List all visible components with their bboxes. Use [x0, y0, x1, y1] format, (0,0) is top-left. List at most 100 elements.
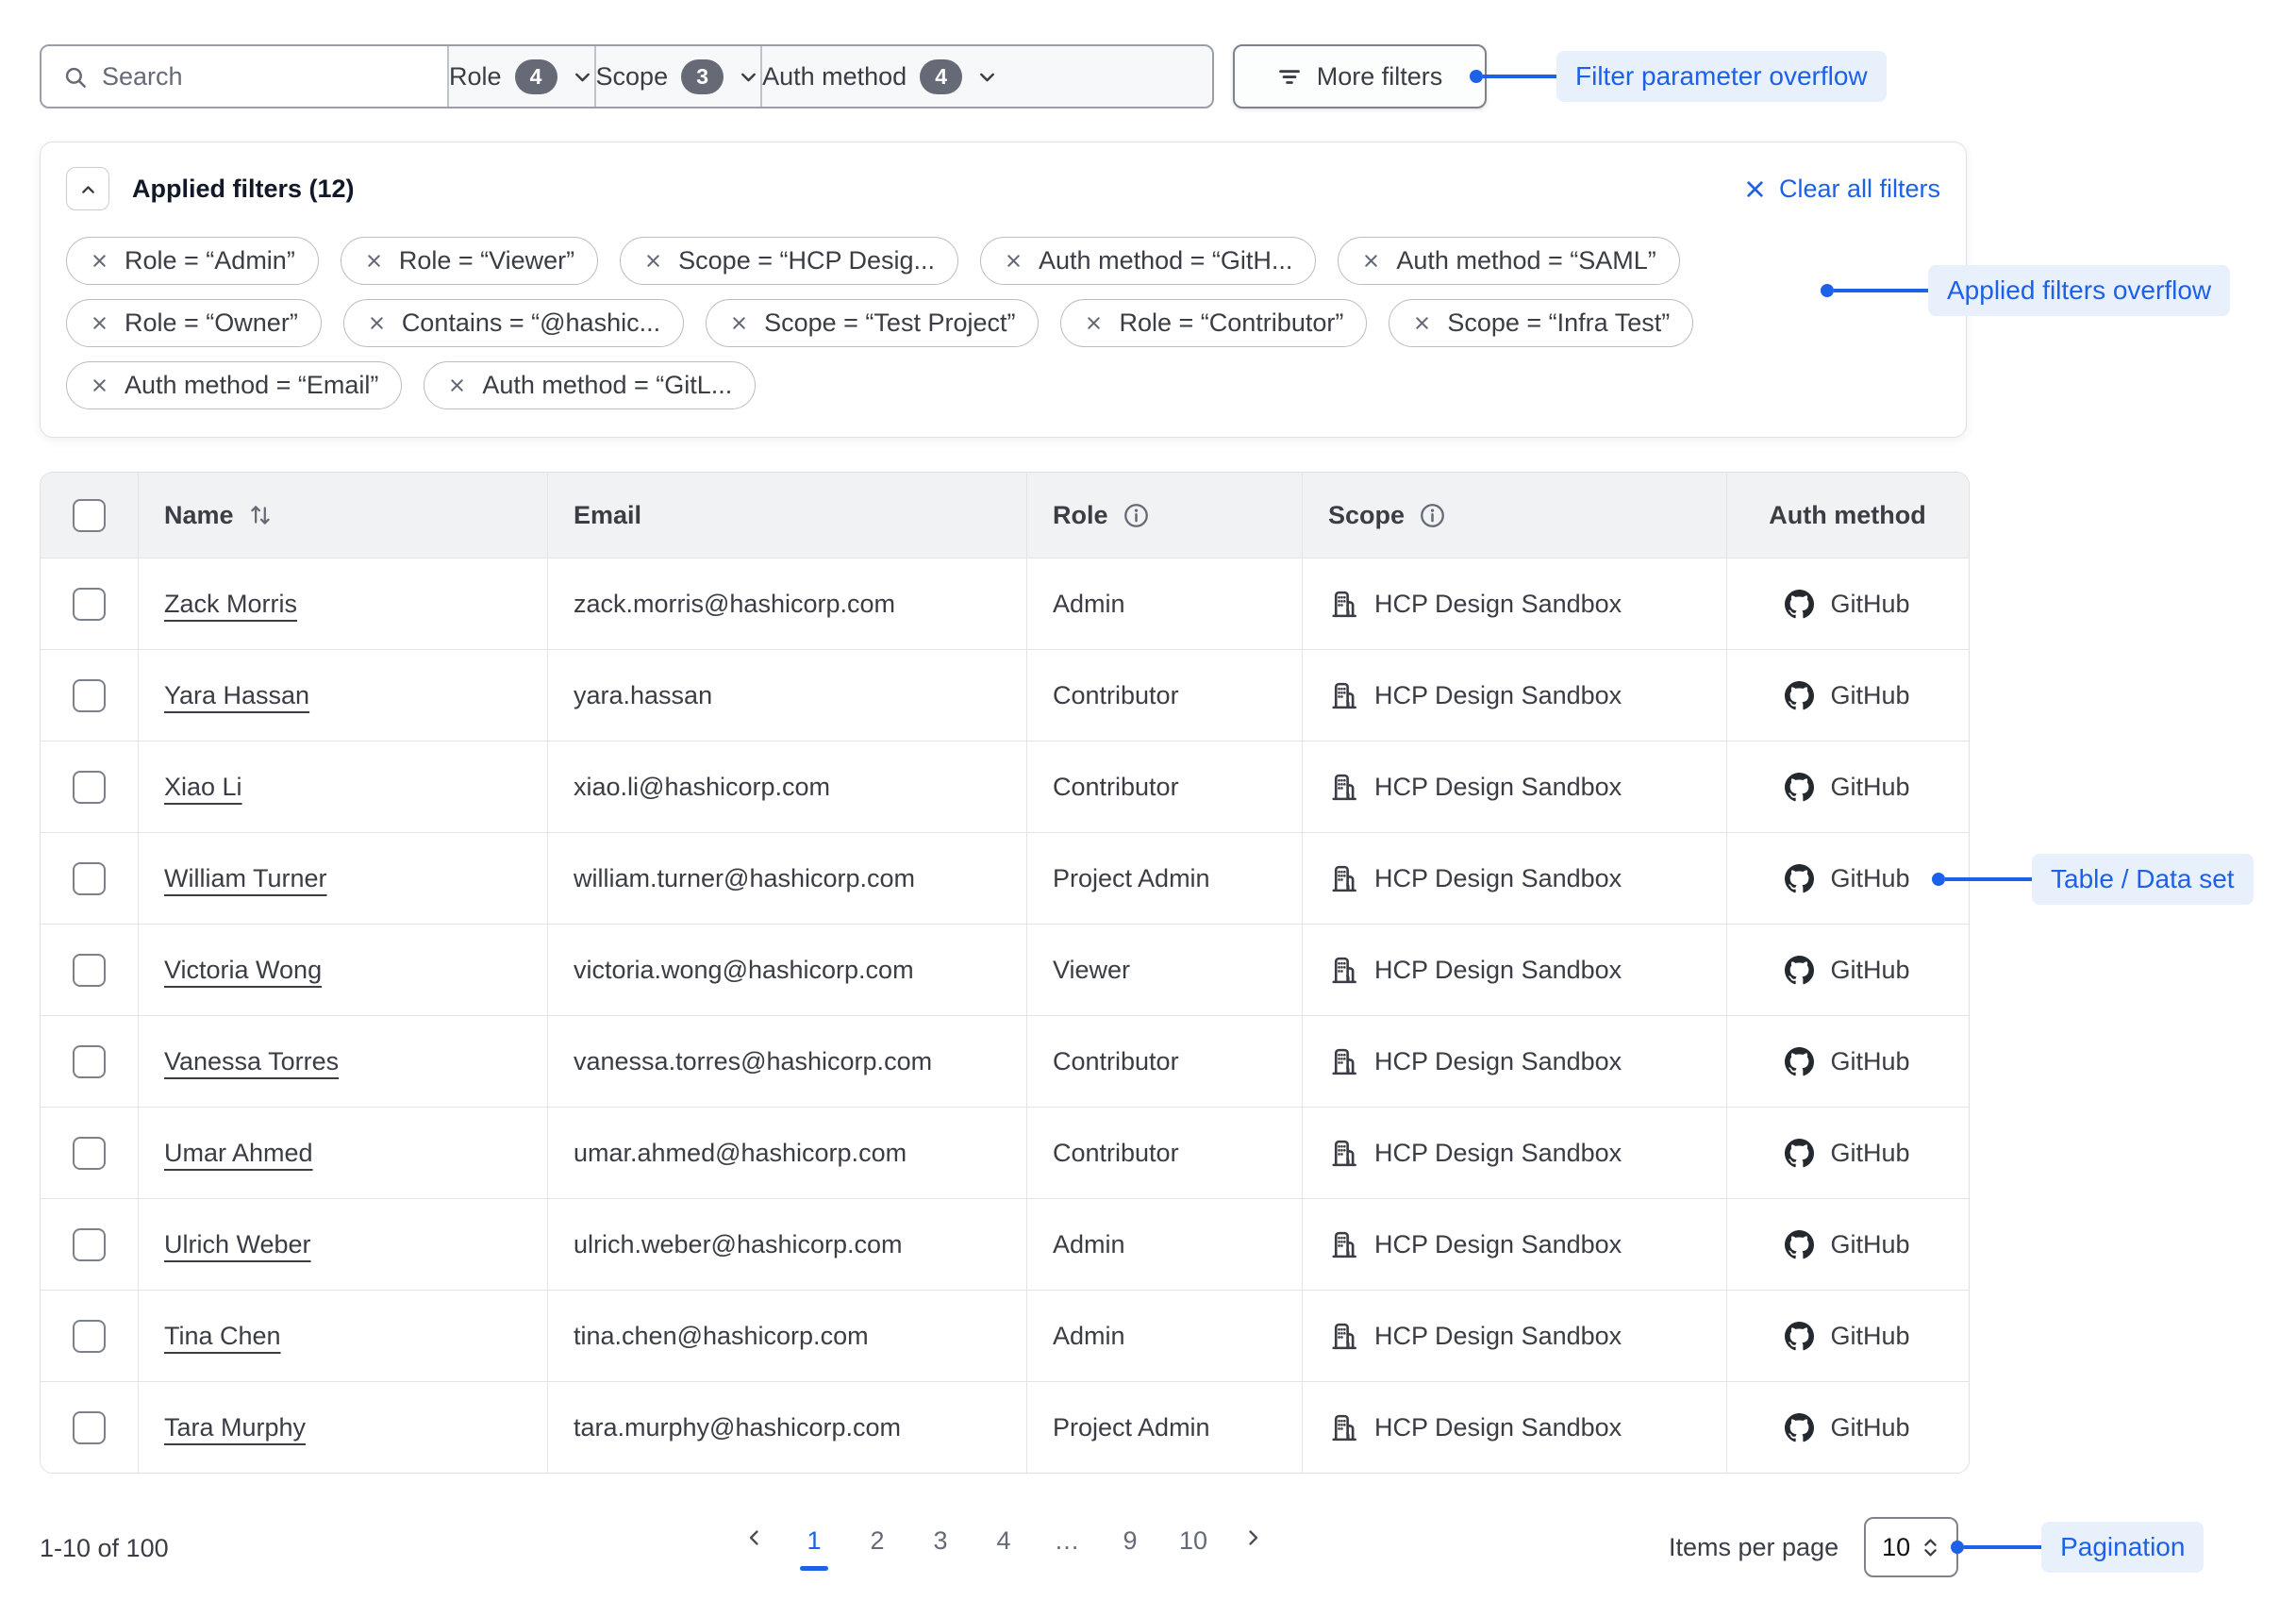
info-icon[interactable] — [1419, 502, 1446, 529]
filter-chip[interactable]: Role = “Viewer” — [341, 237, 598, 285]
page-number-label: 2 — [870, 1526, 884, 1556]
page-number[interactable]: 4 — [986, 1521, 1022, 1571]
filter-chip-label: Role = “Contributor” — [1119, 308, 1343, 338]
filter-chip[interactable]: Role = “Contributor” — [1060, 299, 1367, 347]
filter-chip-label: Role = “Viewer” — [399, 246, 574, 275]
user-name-link[interactable]: Tara Murphy — [164, 1413, 306, 1442]
auth-method-cell: GitHub — [1726, 742, 1968, 832]
row-checkbox[interactable] — [73, 771, 106, 804]
pagination-range: 1-10 of 100 — [40, 1534, 169, 1563]
chevron-up-icon — [77, 178, 99, 200]
annotation-line — [1834, 289, 1928, 292]
email-cell: victoria.wong@hashicorp.com — [547, 925, 1026, 1015]
filter-dropdown[interactable]: Auth method 4 — [760, 46, 999, 107]
filter-chip[interactable]: Contains = “@hashic... — [343, 299, 684, 347]
search-input[interactable] — [102, 62, 426, 92]
dismiss-icon[interactable] — [364, 251, 384, 271]
auth-method-cell: GitHub — [1726, 1016, 1968, 1107]
filter-dropdown-label: Role — [449, 62, 502, 92]
dismiss-icon[interactable] — [90, 313, 109, 333]
dismiss-icon[interactable] — [1004, 251, 1023, 271]
page-number[interactable]: 9 — [1112, 1521, 1148, 1571]
row-checkbox[interactable] — [73, 862, 106, 895]
name-cell: William Turner — [138, 833, 547, 924]
collapse-toggle-button[interactable] — [66, 167, 109, 210]
page-number[interactable]: 10 — [1175, 1521, 1211, 1571]
next-page-icon[interactable] — [1239, 1521, 1267, 1549]
filter-chip[interactable]: Scope = “Infra Test” — [1389, 299, 1693, 347]
clear-all-filters-button[interactable]: Clear all filters — [1743, 175, 1940, 204]
header-auth-label: Auth method — [1769, 501, 1925, 530]
active-page-bar — [990, 1566, 1018, 1571]
user-name-link[interactable]: Ulrich Weber — [164, 1230, 311, 1259]
organization-icon — [1328, 772, 1359, 803]
role-cell: Viewer — [1026, 925, 1302, 1015]
user-name-link[interactable]: Victoria Wong — [164, 956, 322, 985]
page-number-label: 9 — [1123, 1526, 1137, 1556]
info-icon[interactable] — [1123, 502, 1150, 529]
row-checkbox[interactable] — [73, 1411, 106, 1444]
applied-filters-header: Applied filters (12) Clear all filters — [66, 167, 1940, 210]
scope-cell: HCP Design Sandbox — [1302, 1382, 1726, 1473]
row-checkbox[interactable] — [73, 1137, 106, 1170]
row-checkbox[interactable] — [73, 679, 106, 712]
filter-chip[interactable]: Scope = “Test Project” — [706, 299, 1039, 347]
user-name-link[interactable]: Tina Chen — [164, 1322, 281, 1351]
name-cell: Umar Ahmed — [138, 1108, 547, 1198]
user-name-link[interactable]: Xiao Li — [164, 773, 242, 802]
filter-count-badge: 3 — [681, 59, 724, 94]
dismiss-icon[interactable] — [1412, 313, 1432, 333]
dismiss-icon[interactable] — [729, 313, 749, 333]
filter-chip[interactable]: Auth method = “GitH... — [980, 237, 1316, 285]
previous-page-icon[interactable] — [740, 1521, 769, 1549]
dismiss-icon[interactable] — [90, 251, 109, 271]
filter-chip[interactable]: Role = “Owner” — [66, 299, 322, 347]
row-checkbox[interactable] — [73, 1320, 106, 1353]
filter-chip[interactable]: Scope = “HCP Desig... — [620, 237, 958, 285]
organization-icon — [1328, 589, 1359, 620]
filter-toolbar: Role 4 Scope 3 Auth method 4 — [40, 44, 1887, 108]
user-name-link[interactable]: Zack Morris — [164, 590, 297, 619]
dismiss-icon[interactable] — [367, 313, 387, 333]
role-value: Contributor — [1053, 1047, 1179, 1076]
email-cell: tina.chen@hashicorp.com — [547, 1291, 1026, 1381]
dismiss-icon[interactable] — [447, 375, 467, 395]
role-cell: Contributor — [1026, 650, 1302, 741]
filter-dropdown[interactable]: Scope 3 — [594, 46, 761, 107]
github-icon — [1785, 1322, 1814, 1351]
header-name[interactable]: Name — [138, 473, 547, 558]
page-number[interactable]: 2 — [859, 1521, 895, 1571]
role-cell: Admin — [1026, 1199, 1302, 1290]
select-all-checkbox[interactable] — [73, 499, 106, 532]
row-checkbox[interactable] — [73, 954, 106, 987]
filter-chip[interactable]: Role = “Admin” — [66, 237, 319, 285]
filter-dropdown[interactable]: Role 4 — [447, 46, 594, 107]
user-name-link[interactable]: William Turner — [164, 864, 327, 893]
filter-chip[interactable]: Auth method = “Email” — [66, 361, 402, 409]
page-number[interactable]: 1 — [796, 1521, 832, 1571]
user-name-link[interactable]: Yara Hassan — [164, 681, 309, 710]
dismiss-icon[interactable] — [90, 375, 109, 395]
items-per-page-select[interactable]: 10 — [1864, 1517, 1958, 1577]
role-cell: Contributor — [1026, 1016, 1302, 1107]
dismiss-icon[interactable] — [1084, 313, 1104, 333]
user-name-link[interactable]: Umar Ahmed — [164, 1139, 313, 1168]
user-name-link[interactable]: Vanessa Torres — [164, 1047, 339, 1076]
row-checkbox[interactable] — [73, 588, 106, 621]
filter-chip[interactable]: Auth method = “GitL... — [424, 361, 756, 409]
table-row: Tina Chen tina.chen@hashicorp.com Admin … — [41, 1290, 1969, 1381]
github-icon — [1785, 681, 1814, 710]
row-checkbox[interactable] — [73, 1045, 106, 1078]
dismiss-icon[interactable] — [1361, 251, 1381, 271]
dismiss-icon[interactable] — [643, 251, 663, 271]
more-filters-button[interactable]: More filters — [1233, 44, 1487, 108]
organization-icon — [1328, 1229, 1359, 1260]
row-checkbox[interactable] — [73, 1228, 106, 1261]
annotation-label: Table / Data set — [2032, 854, 2254, 905]
page-number[interactable]: 3 — [923, 1521, 958, 1571]
page-number[interactable]: … — [1049, 1521, 1085, 1571]
sort-icon[interactable] — [248, 501, 274, 529]
github-icon — [1785, 1139, 1814, 1168]
filter-chip[interactable]: Auth method = “SAML” — [1338, 237, 1679, 285]
page: Role 4 Scope 3 Auth method 4 — [0, 0, 2296, 1600]
